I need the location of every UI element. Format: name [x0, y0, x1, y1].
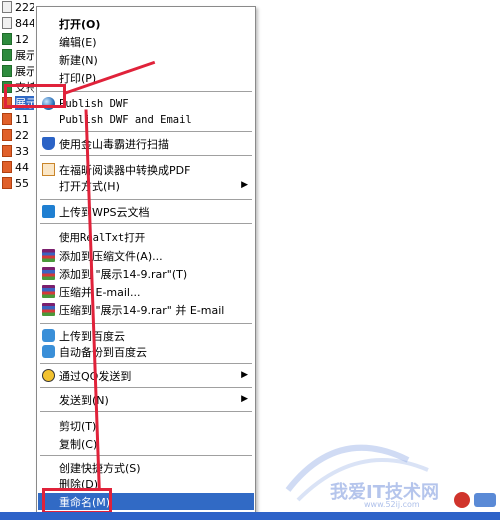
file-row[interactable]: 844	[2, 16, 34, 30]
menu-item-kingsoft-scan[interactable]: 使用金山毒霸进行扫描	[38, 135, 254, 152]
file-name: 22	[15, 128, 29, 142]
watermark-url: www.52ij.com	[364, 500, 420, 509]
file-name: 222	[15, 0, 34, 14]
menu-item-label: 自动备份到百度云	[59, 345, 147, 359]
menu-item-print[interactable]: 打印(P)	[38, 69, 254, 86]
menu-item-copy[interactable]: 复制(C)	[38, 435, 254, 452]
menu-separator	[40, 199, 252, 200]
menu-item-baidu-upload[interactable]: 上传到百度云	[38, 327, 254, 344]
menu-item-qq-send[interactable]: 通过QQ发送到▶	[38, 367, 254, 384]
file-name: 33	[15, 144, 29, 158]
menu-item-realtxt[interactable]: 使用RealTxt打开	[38, 229, 254, 246]
menu-item-label: 上传到WPS云文档	[59, 205, 150, 219]
pdf-icon	[42, 163, 55, 176]
file-list: 222 844 12 展示 展示 支持 展示 11 22 33 44 55	[0, 0, 34, 520]
menu-separator	[40, 223, 252, 224]
menu-separator	[40, 155, 252, 156]
menu-item-label: 新建(N)	[59, 53, 98, 67]
menu-item-label: 压缩到 "展示14-9.rar" 并 E-mail	[59, 303, 225, 317]
submenu-arrow-icon: ▶	[241, 370, 248, 380]
annotation-box-rename	[42, 488, 112, 514]
context-menu: 打开(O) 编辑(E) 新建(N) 打印(P) Publish DWF Publ…	[36, 6, 256, 516]
ppt-file-icon	[2, 177, 12, 189]
submenu-arrow-icon: ▶	[241, 180, 248, 190]
shield-icon	[42, 137, 55, 150]
archive-icon	[42, 303, 55, 316]
file-row[interactable]: 展示	[2, 64, 34, 78]
menu-item-edit[interactable]: 编辑(E)	[38, 33, 254, 50]
file-icon	[2, 1, 12, 13]
menu-item-add-rar[interactable]: 添加到 "展示14-9.rar"(T)	[38, 265, 254, 282]
annotation-box-selected-file	[4, 84, 66, 108]
file-row[interactable]: 12	[2, 32, 34, 46]
menu-item-label: 使用金山毒霸进行扫描	[59, 137, 169, 151]
file-name: 44	[15, 160, 29, 174]
file-name: 展示	[15, 49, 34, 62]
menu-item-compress-rar-email[interactable]: 压缩到 "展示14-9.rar" 并 E-mail	[38, 301, 254, 318]
menu-item-label: 复制(C)	[59, 437, 98, 451]
menu-item-create-shortcut[interactable]: 创建快捷方式(S)	[38, 459, 254, 476]
excel-file-icon	[2, 49, 12, 61]
file-name: 55	[15, 176, 29, 190]
menu-item-label: 剪切(T)	[59, 419, 97, 433]
archive-icon	[42, 285, 55, 298]
file-icon	[2, 17, 12, 29]
file-name: 844	[15, 16, 34, 30]
ppt-file-icon	[2, 113, 12, 125]
taskbar	[0, 512, 500, 520]
menu-item-label: 使用RealTxt打开	[59, 232, 146, 244]
excel-file-icon	[2, 33, 12, 45]
excel-file-icon	[2, 65, 12, 77]
menu-item-wps-upload[interactable]: 上传到WPS云文档	[38, 203, 254, 220]
menu-item-label: 发送到(N)	[59, 393, 109, 407]
file-row[interactable]: 44	[2, 160, 34, 174]
menu-item-baidu-backup[interactable]: 自动备份到百度云	[38, 343, 254, 360]
menu-item-label: Publish DWF	[59, 97, 129, 110]
file-name: 12	[15, 32, 29, 46]
menu-item-foxit-pdf[interactable]: 在福昕阅读器中转换成PDF	[38, 161, 254, 178]
file-row[interactable]: 33	[2, 144, 34, 158]
ime-icon[interactable]	[452, 490, 498, 510]
menu-item-publish-dwf[interactable]: Publish DWF	[38, 95, 254, 112]
menu-separator	[40, 411, 252, 412]
penguin-icon	[42, 369, 55, 382]
menu-item-add-archive[interactable]: 添加到压缩文件(A)...	[38, 247, 254, 264]
menu-separator	[40, 387, 252, 388]
archive-icon	[42, 267, 55, 280]
menu-item-label: 压缩并 E-mail...	[59, 285, 141, 299]
menu-item-open-with[interactable]: 打开方式(H)▶	[38, 177, 254, 194]
menu-separator	[40, 131, 252, 132]
submenu-arrow-icon: ▶	[241, 394, 248, 404]
ppt-file-icon	[2, 145, 12, 157]
ppt-file-icon	[2, 129, 12, 141]
file-name: 11	[15, 112, 29, 126]
menu-item-send-to[interactable]: 发送到(N) ▶	[38, 391, 254, 408]
menu-separator	[40, 323, 252, 324]
tray-icons	[452, 490, 498, 510]
watermark-text: 我爱IT技术网	[330, 482, 439, 503]
menu-item-label: 添加到压缩文件(A)...	[59, 249, 163, 263]
menu-item-publish-dwf-email[interactable]: Publish DWF and Email	[38, 111, 254, 128]
menu-item-label: Publish DWF and Email	[59, 113, 192, 126]
cloud-icon	[42, 329, 55, 342]
menu-item-label: 编辑(E)	[59, 35, 97, 49]
menu-separator	[40, 455, 252, 456]
cloud-icon	[42, 205, 55, 218]
ppt-file-icon	[2, 161, 12, 173]
file-row[interactable]: 展示	[2, 48, 34, 62]
file-row[interactable]: 11	[2, 112, 34, 126]
file-name: 展示	[15, 65, 34, 78]
file-row[interactable]: 222	[2, 0, 34, 14]
archive-icon	[42, 249, 55, 262]
menu-item-compress-email[interactable]: 压缩并 E-mail...	[38, 283, 254, 300]
menu-item-cut[interactable]: 剪切(T)	[38, 417, 254, 434]
menu-item-open[interactable]: 打开(O)	[38, 15, 254, 32]
menu-separator	[40, 363, 252, 364]
menu-item-label: 打开(O)	[59, 17, 101, 31]
file-row[interactable]: 22	[2, 128, 34, 142]
file-row[interactable]: 55	[2, 176, 34, 190]
menu-item-label: 添加到 "展示14-9.rar"(T)	[59, 267, 188, 281]
cloud-icon	[42, 345, 55, 358]
menu-item-label: 在福昕阅读器中转换成PDF	[59, 163, 191, 177]
